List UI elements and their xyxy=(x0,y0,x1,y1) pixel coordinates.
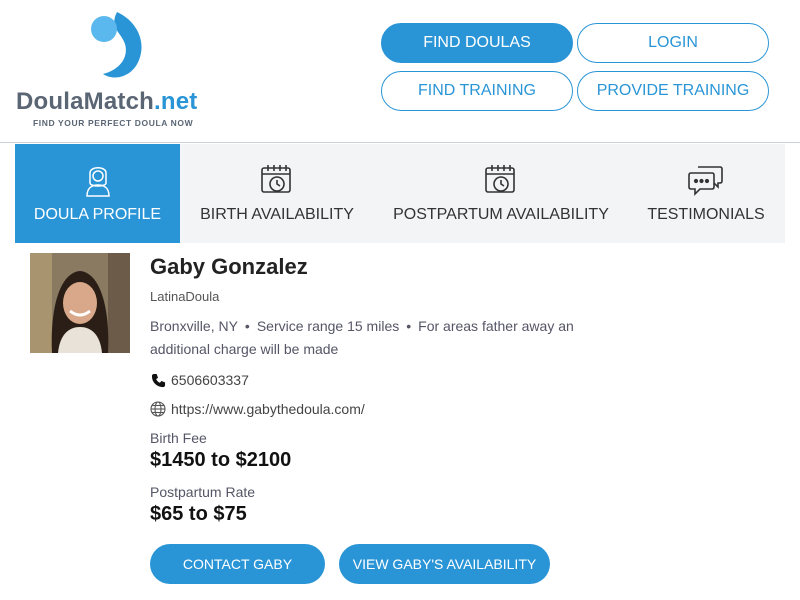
login-button[interactable]: LOGIN xyxy=(577,23,769,63)
tab-label: DOULA PROFILE xyxy=(33,206,162,223)
bullet-separator: • xyxy=(406,318,412,334)
tab-birth-availability[interactable]: BIRTH AVAILABILITY xyxy=(187,144,367,243)
doula-name: Gaby Gonzalez xyxy=(150,254,308,279)
tab-label: POSTPARTUM AVAILABILITY xyxy=(393,206,609,223)
doula-drop-logo-icon xyxy=(91,12,142,78)
brand-wordmark: DoulaMatch.net xyxy=(16,88,198,115)
calendar-clock-icon xyxy=(261,165,291,193)
service-range-text: Service range 15 miles xyxy=(256,318,400,334)
postpartum-rate-label: Postpartum Rate xyxy=(150,484,256,500)
globe-icon xyxy=(150,401,166,417)
find-training-button[interactable]: FIND TRAINING xyxy=(381,71,573,111)
find-doulas-button[interactable]: FIND DOULAS xyxy=(381,23,573,63)
profile-tabs: DOULA PROFILE BIRTH AVAILABILITY POSTPAR xyxy=(15,144,785,243)
bullet-separator: • xyxy=(244,318,250,334)
profile-photo xyxy=(30,253,130,353)
birth-fee-value: $1450 to $2100 xyxy=(150,449,292,471)
birth-fee-label: Birth Fee xyxy=(150,430,207,446)
tab-label: BIRTH AVAILABILITY xyxy=(200,206,354,223)
phone-icon xyxy=(150,372,166,388)
tab-testimonials[interactable]: TESTIMONIALS xyxy=(636,144,776,243)
location-text: Bronxville, NY xyxy=(150,318,238,334)
tab-doula-profile[interactable]: DOULA PROFILE xyxy=(15,144,180,243)
provide-training-button[interactable]: PROVIDE TRAINING xyxy=(577,71,769,111)
phone-link[interactable]: 6506603337 xyxy=(171,372,249,388)
website-row: https://www.gabythedoula.com/ xyxy=(150,401,365,417)
chat-bubbles-icon xyxy=(688,166,723,196)
site-header: DoulaMatch.net FIND YOUR PERFECT DOULA N… xyxy=(0,0,800,143)
view-availability-button[interactable]: VIEW GABY'S AVAILABILITY xyxy=(339,544,550,584)
contact-gaby-button[interactable]: CONTACT GABY xyxy=(150,544,325,584)
calendar-clock-icon xyxy=(485,165,515,193)
tab-postpartum-availability[interactable]: POSTPARTUM AVAILABILITY xyxy=(380,144,622,243)
doula-agency: LatinaDoula xyxy=(150,289,220,304)
postpartum-rate-value: $65 to $75 xyxy=(150,503,247,525)
person-icon xyxy=(85,167,110,197)
site-logo[interactable]: DoulaMatch.net FIND YOUR PERFECT DOULA N… xyxy=(14,10,224,132)
phone-row: 6506603337 xyxy=(150,372,249,388)
website-link[interactable]: https://www.gabythedoula.com/ xyxy=(171,401,365,417)
service-area: Bronxville, NY • Service range 15 miles • Fo… xyxy=(150,315,620,361)
tab-label: TESTIMONIALS xyxy=(647,206,765,223)
brand-tagline: FIND YOUR PERFECT DOULA NOW xyxy=(33,118,194,128)
